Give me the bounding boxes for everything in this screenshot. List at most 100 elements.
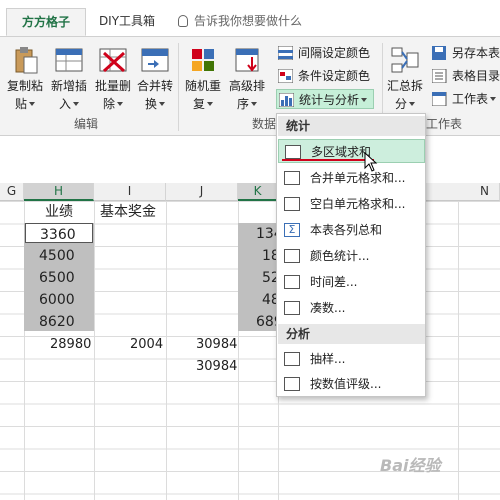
- directory-icon: [431, 68, 447, 84]
- advanced-sort-label2: 序: [236, 97, 249, 111]
- rating-icon: [284, 377, 300, 391]
- cell-i-sum[interactable]: 2004: [130, 334, 163, 356]
- insert-label1: 新增插: [50, 79, 87, 93]
- cell-j-sum[interactable]: 30984: [196, 334, 237, 356]
- section-header-stats: 统计: [278, 116, 425, 136]
- menu-item-label: 抽样...: [310, 352, 346, 366]
- column-header-h[interactable]: H: [24, 183, 94, 201]
- copy-paste-button[interactable]: 复制粘 贴: [4, 45, 46, 113]
- save-icon: [432, 46, 447, 60]
- sampling-icon: [284, 352, 300, 366]
- grid-line: [458, 201, 459, 500]
- chevron-down-icon: [207, 102, 213, 106]
- color-stats-icon: [284, 249, 300, 263]
- column-header-k[interactable]: K: [238, 183, 278, 201]
- dice-icon: [188, 45, 218, 75]
- chevron-down-icon: [251, 102, 257, 106]
- advanced-sort-label1: 高级排: [228, 79, 265, 93]
- sheet-group-label: 工作表: [426, 117, 463, 131]
- save-sheet-label: 另存本表: [452, 46, 500, 60]
- cell-h-value[interactable]: 4500: [39, 245, 75, 267]
- column-header-g[interactable]: G: [0, 183, 24, 201]
- edit-group-label: 编辑: [74, 117, 99, 131]
- chevron-down-icon: [117, 102, 123, 106]
- summary-split-button[interactable]: 汇总拆 分: [384, 45, 426, 113]
- blank-cell-icon: [284, 197, 300, 211]
- insert-button[interactable]: 新增插 入: [48, 45, 90, 113]
- stats-analysis-button[interactable]: 统计与分析: [276, 89, 374, 109]
- tab-diy-toolbox[interactable]: DIY工具箱: [92, 8, 162, 36]
- cell-h-value[interactable]: 6500: [39, 267, 75, 289]
- cell-h-value[interactable]: 8620: [39, 311, 75, 333]
- section-header-analysis: 分析: [278, 324, 425, 344]
- chevron-down-icon: [361, 98, 368, 102]
- stripes-icon: [277, 45, 294, 61]
- tab-fangfanggezi[interactable]: 方方格子: [6, 8, 86, 36]
- menu-item-merged-cell-sum[interactable]: 合并单元格求和...: [278, 166, 425, 190]
- advanced-sort-button[interactable]: 高级排 序: [226, 45, 268, 113]
- menu-item-column-totals[interactable]: Σ 本表各列总和: [278, 218, 425, 242]
- column-header-i[interactable]: I: [94, 183, 166, 201]
- menu-item-sampling[interactable]: 抽样...: [278, 347, 425, 371]
- copy-paste-label1: 复制粘: [6, 79, 43, 93]
- summary-split-label1: 汇总拆: [386, 79, 423, 93]
- chevron-down-icon: [73, 102, 79, 106]
- cell-j-sum[interactable]: 30984: [196, 356, 237, 378]
- random-repeat-label1: 随机重: [184, 79, 221, 93]
- insert-label2: 入: [58, 97, 71, 111]
- group-separator: [178, 43, 179, 131]
- tell-me-text: 告诉我你想要做什么: [194, 14, 303, 28]
- sheet-directory-button[interactable]: 表格目录: [430, 66, 500, 86]
- mouse-pointer-icon: [364, 151, 378, 172]
- interval-color-button[interactable]: 间隔设定颜色: [276, 43, 370, 63]
- menu-item-make-up-number[interactable]: 凑数...: [278, 296, 425, 320]
- cell-h-value[interactable]: 6000: [39, 289, 75, 311]
- batch-delete-button[interactable]: 批量删 除: [92, 45, 134, 113]
- grid-line: [94, 201, 95, 500]
- chevron-down-icon: [29, 102, 35, 106]
- condition-color-button[interactable]: 条件设定颜色: [276, 66, 370, 86]
- menu-item-color-stats[interactable]: 颜色统计...: [278, 244, 425, 268]
- sheet-directory-label: 表格目录: [452, 69, 500, 83]
- data-group-label: 数据: [252, 117, 277, 131]
- tell-me-search[interactable]: 告诉我你想要做什么: [178, 8, 338, 36]
- menu-item-label: 空白单元格求和...: [310, 197, 406, 211]
- clipboard-icon: [10, 45, 40, 75]
- random-repeat-label2: 复: [192, 97, 205, 111]
- menu-item-blank-cell-sum[interactable]: 空白单元格求和...: [278, 192, 425, 216]
- menu-item-label: 多区域求和: [311, 145, 372, 159]
- menu-item-value-rating[interactable]: 按数值评级...: [278, 372, 425, 396]
- lightbulb-icon: [178, 15, 188, 27]
- interval-color-label: 间隔设定颜色: [298, 46, 371, 60]
- ribbon-tab-bar: 方方格子 DIY工具箱 告诉我你想要做什么: [0, 0, 500, 36]
- copy-paste-label2: 贴: [14, 97, 27, 111]
- sort-icon: [232, 45, 262, 75]
- merge-icon: [140, 45, 170, 75]
- stats-analysis-dropdown: 统计 多区域求和 合并单元格求和... 空白单元格求和... Σ 本表各列总和 颜…: [276, 113, 426, 397]
- menu-item-label: 凑数...: [310, 301, 346, 315]
- chevron-down-icon: [490, 97, 497, 101]
- watermark: Bai经验: [380, 456, 441, 475]
- column-header-j[interactable]: J: [166, 183, 238, 201]
- column-n-letter: N: [480, 184, 489, 198]
- cell-h-header[interactable]: 业绩: [24, 201, 94, 223]
- menu-item-label: 颜色统计...: [310, 249, 370, 263]
- summary-split-label2: 分: [394, 97, 407, 111]
- chevron-down-icon: [159, 102, 165, 106]
- save-sheet-button[interactable]: 另存本表: [430, 43, 500, 63]
- worksheet-button[interactable]: 工作表: [430, 89, 497, 109]
- random-repeat-button[interactable]: 随机重 复: [182, 45, 224, 113]
- cell-h-sum[interactable]: 28980: [50, 334, 91, 356]
- cell-i-header[interactable]: 基本奖金: [100, 201, 156, 223]
- worksheet-label: 工作表: [452, 92, 489, 106]
- batch-delete-label2: 除: [102, 97, 115, 111]
- menu-item-label: 本表各列总和: [310, 223, 383, 237]
- cell-h-active[interactable]: 3360: [25, 223, 93, 243]
- table-insert-icon: [54, 45, 84, 75]
- stats-analysis-label: 统计与分析: [299, 93, 360, 107]
- merge-convert-button[interactable]: 合并转 换: [134, 45, 176, 113]
- table-icon: [284, 301, 300, 315]
- sigma-icon: Σ: [284, 223, 300, 237]
- menu-item-time-diff[interactable]: 时间差...: [278, 270, 425, 294]
- clock-icon: [284, 275, 300, 289]
